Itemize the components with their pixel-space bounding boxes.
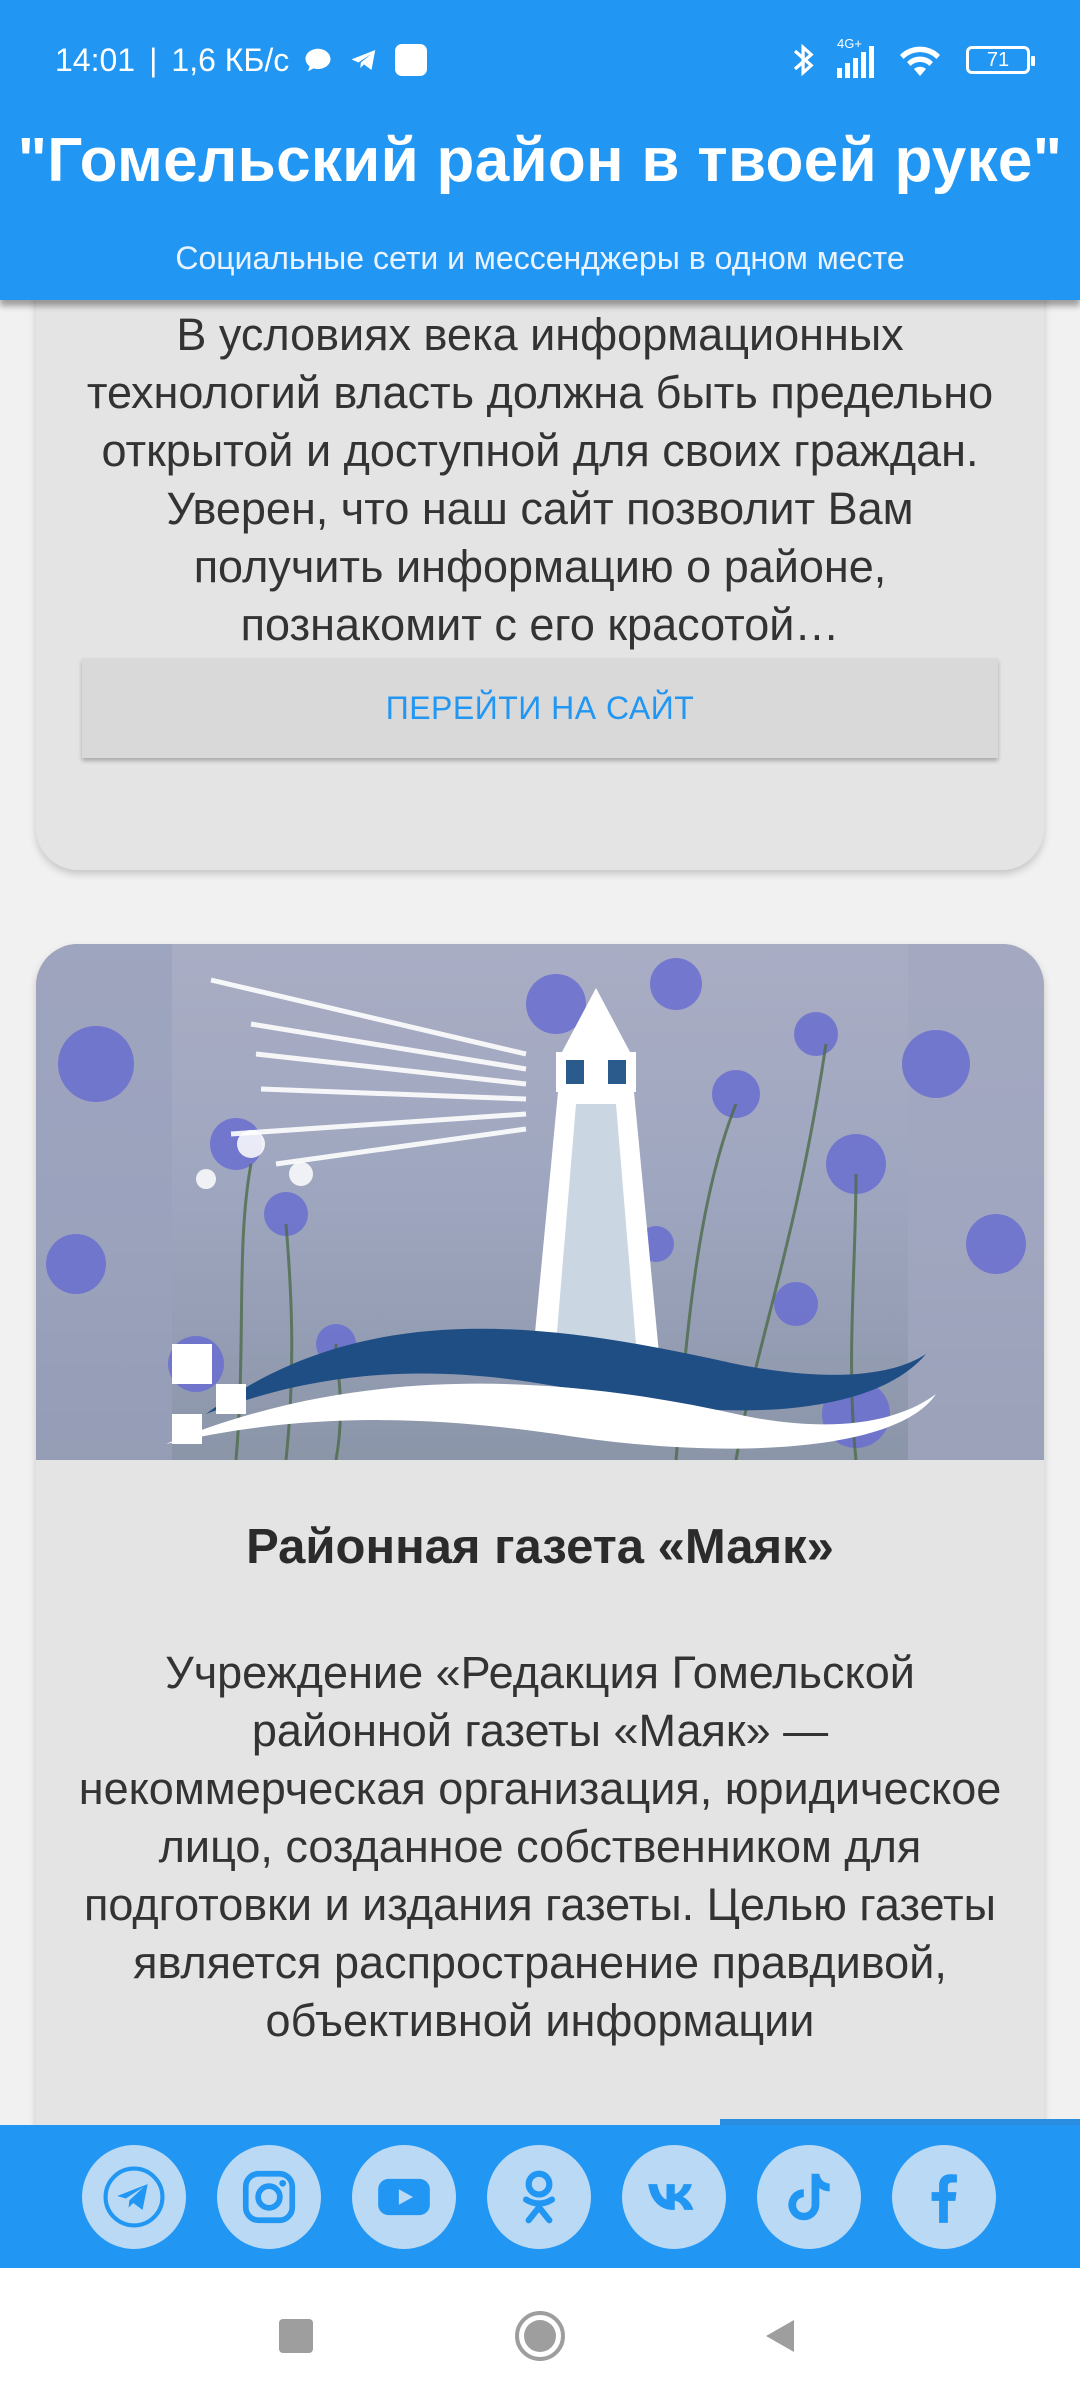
mayak-newspaper-image (36, 944, 1044, 1460)
home-circle-icon (515, 2311, 565, 2361)
status-right: 4G+ 71 (793, 36, 1035, 78)
social-links-bar (0, 2119, 1080, 2268)
status-left: 14:01 | 1,6 КБ/с (55, 41, 428, 79)
card-description: Учреждение «Редакция Гомельской районной… (78, 1647, 1002, 2046)
system-nav-bar (0, 2268, 1080, 2400)
tiktok-button[interactable] (757, 2144, 861, 2249)
app-header: 14:01 | 1,6 КБ/с 4G+ 71 "Гомельский райо… (0, 0, 1080, 300)
telegram-icon (103, 2166, 165, 2227)
wifi-icon (900, 46, 940, 76)
square-icon (279, 2319, 313, 2353)
home-button[interactable] (500, 2296, 580, 2376)
newspaper-card: Районная газета «Маяк» Учреждение «Редак… (36, 944, 1044, 2125)
instagram-button[interactable] (217, 2144, 321, 2249)
chat-bubble-icon (305, 48, 331, 72)
battery-icon: 71 (966, 46, 1035, 74)
network-type-label: 4G+ (837, 36, 862, 51)
go-to-site-button[interactable]: ПЕРЕЙТИ НА САЙТ (82, 658, 998, 758)
card-description: В условиях века информационных технологи… (86, 309, 994, 650)
battery-level: 71 (986, 48, 1010, 71)
youtube-icon (378, 2178, 430, 2215)
status-bar: 14:01 | 1,6 КБ/с 4G+ 71 (0, 0, 1080, 120)
status-time: 14:01 (55, 41, 136, 78)
status-separator: | (149, 41, 158, 78)
instagram-icon (242, 2170, 296, 2223)
odnoklassniki-button[interactable] (487, 2144, 591, 2249)
content-scroll[interactable]: В условиях века информационных технологи… (0, 300, 1080, 2125)
vk-icon (648, 2183, 694, 2210)
bluetooth-icon (793, 43, 814, 77)
youtube-button[interactable] (352, 2144, 456, 2249)
lighthouse-logo-image (36, 944, 1044, 1460)
back-button[interactable] (740, 2296, 820, 2376)
facebook-icon (931, 2173, 957, 2223)
back-triangle-icon (766, 2320, 794, 2352)
card-title: Районная газета «Маяк» (246, 1520, 834, 1574)
odnoklassniki-icon (522, 2170, 556, 2223)
app-title: "Гомельский район в твоей руке" (17, 126, 1063, 195)
telegram-status-icon (351, 50, 376, 70)
facebook-button[interactable] (892, 2144, 996, 2249)
vk-button[interactable] (622, 2144, 726, 2249)
signal-icon: 4G+ (837, 36, 874, 78)
status-speed: 1,6 КБ/с (171, 41, 290, 78)
telegram-button[interactable] (82, 2144, 186, 2249)
app-notification-icon (395, 44, 428, 76)
recents-button[interactable] (256, 2296, 336, 2376)
tiktok-icon (788, 2173, 830, 2220)
app-subtitle: Социальные сети и мессенджеры в одном ме… (175, 240, 905, 276)
info-card: В условиях века информационных технологи… (36, 300, 1044, 870)
